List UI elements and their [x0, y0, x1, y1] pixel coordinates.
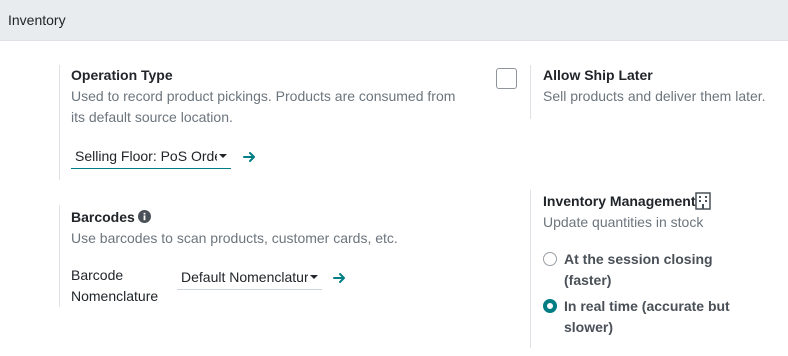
info-circle-icon[interactable] [138, 210, 151, 223]
barcodes-divider [59, 205, 60, 307]
inventory-management-title: Inventory Management [543, 193, 696, 209]
chevron-down-icon [219, 154, 227, 158]
allow-ship-later-description: Sell products and deliver them later. [543, 88, 766, 104]
arrow-right-icon[interactable] [243, 150, 257, 164]
section-header: Inventory [0, 0, 788, 41]
barcodes-description: Use barcodes to scan products, customer … [71, 230, 398, 246]
radio-session-closing[interactable] [543, 252, 557, 266]
barcodes-title: Barcodes [71, 209, 135, 225]
operation-type-divider [59, 65, 60, 180]
operation-type-title: Operation Type [71, 67, 173, 83]
allow-ship-later-checkbox[interactable] [496, 68, 517, 89]
barcode-nomenclature-select-value: Default Nomenclatur [181, 269, 308, 285]
building-icon [695, 192, 711, 210]
inventory-management-divider [530, 190, 531, 348]
allow-ship-later-title: Allow Ship Later [543, 67, 653, 83]
chevron-down-icon [310, 275, 318, 279]
radio-real-time[interactable] [543, 299, 557, 313]
radio-session-closing-label[interactable]: At the session closing (faster) [564, 249, 744, 291]
allow-ship-later-divider [530, 65, 531, 119]
barcode-nomenclature-label: Barcode Nomenclature [71, 267, 159, 304]
operation-type-select-value: Selling Floor: PoS Orde [75, 148, 217, 164]
arrow-right-icon[interactable] [333, 271, 347, 285]
barcode-nomenclature-select[interactable]: Default Nomenclatur [177, 266, 322, 290]
operation-type-description: Used to record product pickings. Product… [71, 88, 456, 125]
section-title: Inventory [8, 12, 66, 28]
inventory-management-description: Update quantities in stock [543, 214, 704, 230]
radio-real-time-label[interactable]: In real time (accurate but slower) [564, 296, 739, 338]
operation-type-select[interactable]: Selling Floor: PoS Orde [71, 145, 231, 169]
